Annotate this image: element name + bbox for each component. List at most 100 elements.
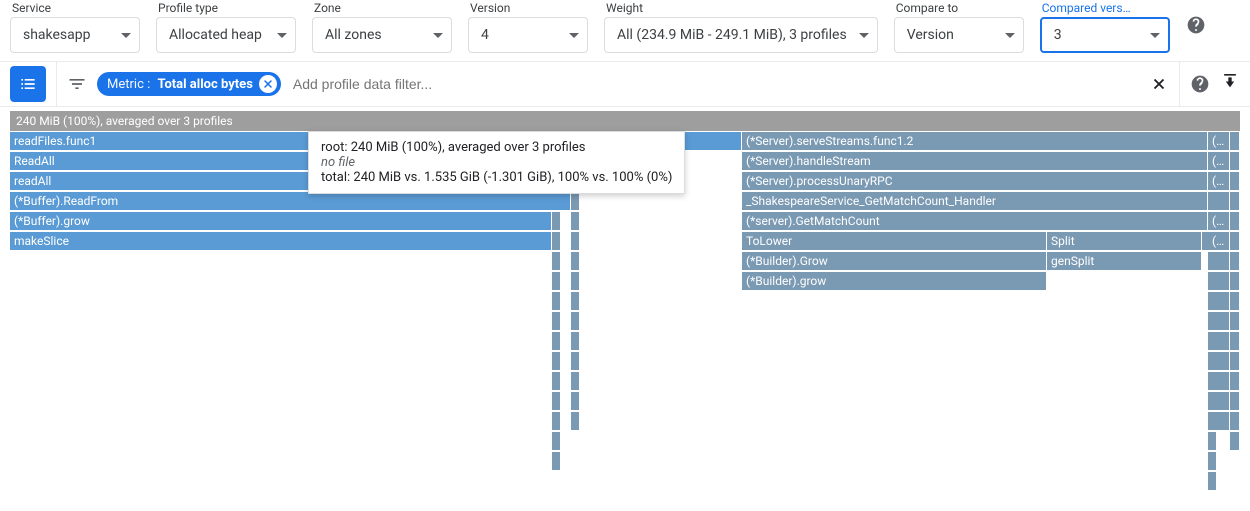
flame-cell[interactable] [552,271,561,290]
version-select[interactable]: 4 [468,17,588,53]
flame-cell[interactable] [1230,311,1240,330]
filter-icon[interactable] [67,74,87,94]
flame-cell[interactable] [1230,131,1240,150]
compare-to-field: Compare to Version [894,1,1024,53]
flame-cell[interactable]: (*Server).handleStream [742,151,1208,170]
flame-cell[interactable]: (*server).GetMatchCount [742,211,1208,230]
flame-cell[interactable] [1230,391,1240,410]
flame-cell[interactable] [552,411,561,430]
flame-cell[interactable] [1208,471,1217,490]
flame-cell[interactable]: (*Server).processUnaryRPC [742,171,1208,190]
flame-cell[interactable] [1208,351,1230,370]
flame-cell[interactable] [571,211,580,230]
flame-cell[interactable]: Split [1047,231,1202,250]
flame-cell[interactable] [552,311,561,330]
compare-to-select[interactable]: Version [894,17,1024,53]
flame-cell[interactable] [571,371,580,390]
flame-cell[interactable] [571,391,580,410]
profile-type-value: Allocated heap [169,27,262,43]
profile-type-select[interactable]: Allocated heap [156,17,296,53]
zone-label: Zone [312,1,452,15]
flame-cell[interactable] [1208,251,1230,270]
flame-cell[interactable] [1230,291,1240,310]
flame-cell[interactable] [1230,231,1240,250]
flame-cell[interactable]: (*Builder).Grow [742,251,1047,270]
flame-cell[interactable] [1230,431,1240,450]
flame-cell[interactable] [1208,451,1217,470]
flame-cell[interactable] [571,231,580,250]
flame-row [10,431,1240,451]
flame-cell[interactable] [1230,351,1240,370]
flame-cell[interactable] [552,251,561,270]
flame-cell[interactable]: genSplit [1047,251,1202,270]
flame-cell[interactable] [1208,191,1230,210]
flame-cell[interactable]: (… [1208,211,1230,230]
service-select[interactable]: shakesapp [10,17,140,53]
flame-row: (*Builder).grow [10,271,1240,291]
flame-cell[interactable] [552,291,561,310]
flame-cell[interactable]: (*Builder).grow [742,271,1047,290]
flame-cell[interactable]: (*h… [1208,151,1230,170]
flame-cell[interactable] [1230,251,1240,270]
flame-cell[interactable] [571,331,580,350]
flame-cell[interactable] [1208,291,1230,310]
compared-version-select[interactable]: 3 [1040,17,1170,53]
add-filter-input[interactable] [291,68,1139,100]
zone-select[interactable]: All zones [312,17,452,53]
flame-cell[interactable]: ToLower [742,231,1047,250]
flame-row [10,391,1240,411]
flame-root[interactable]: 240 MiB (100%), averaged over 3 profiles [10,111,1240,131]
flame-cell[interactable] [552,231,561,250]
help-icon[interactable] [1190,74,1210,94]
flame-cell[interactable] [571,291,580,310]
flame-cell[interactable]: (… [1208,231,1230,250]
flame-cell[interactable] [571,311,580,330]
help-icon[interactable] [1186,15,1206,35]
flame-cell[interactable] [552,351,561,370]
flame-cell[interactable] [571,251,580,270]
weight-select[interactable]: All (234.9 MiB - 249.1 MiB), 3 profiles [604,17,878,53]
version-value: 4 [481,27,489,43]
service-field: Service shakesapp [10,1,140,53]
flame-cell[interactable] [552,391,561,410]
flame-cell[interactable] [1230,331,1240,350]
flame-cell[interactable] [1230,191,1240,210]
caret-down-icon [859,33,869,38]
flame-cell[interactable] [1208,391,1230,410]
close-icon[interactable] [1149,74,1169,94]
flame-cell[interactable] [1230,411,1240,430]
flame-cell[interactable] [552,431,561,450]
flame-cell[interactable] [1208,331,1230,350]
flame-cell[interactable]: _ShakespeareService_GetMatchCount_Handle… [742,191,1208,210]
flame-cell[interactable] [552,331,561,350]
flame-cell[interactable] [552,371,561,390]
flame-cell[interactable] [1230,171,1240,190]
zone-field: Zone All zones [312,1,452,53]
flame-row: (*Builder).GrowgenSplit [10,251,1240,271]
flame-cell[interactable] [571,411,580,430]
flame-cell[interactable]: (*h… [1208,131,1230,150]
secondary-toolbar: Metric : Total alloc bytes [0,61,1250,107]
flame-cell[interactable] [1208,411,1230,430]
metric-chip[interactable]: Metric : Total alloc bytes [97,72,281,96]
flame-cell[interactable] [1208,311,1230,330]
compared-version-label: Compared vers… [1040,1,1160,15]
flame-cell[interactable]: makeSlice [10,231,552,250]
flame-cell[interactable] [1208,271,1230,290]
flame-cell[interactable]: (*Server).serveStreams.func1.2 [742,131,1208,150]
flame-cell[interactable] [571,271,580,290]
list-view-button[interactable] [10,66,46,102]
flame-cell[interactable] [571,351,580,370]
flame-cell[interactable] [1208,431,1217,450]
flame-cell[interactable] [1230,271,1240,290]
flame-cell[interactable] [1230,151,1240,170]
download-icon[interactable] [1220,74,1240,94]
flame-cell[interactable] [1208,371,1230,390]
flame-cell[interactable] [1230,211,1240,230]
flame-cell[interactable] [552,451,561,470]
flame-cell[interactable] [552,211,561,230]
flame-cell[interactable] [1230,371,1240,390]
flame-cell[interactable]: (… [1208,171,1230,190]
chip-close-button[interactable] [259,75,277,93]
flame-cell[interactable]: (*Buffer).grow [10,211,552,230]
